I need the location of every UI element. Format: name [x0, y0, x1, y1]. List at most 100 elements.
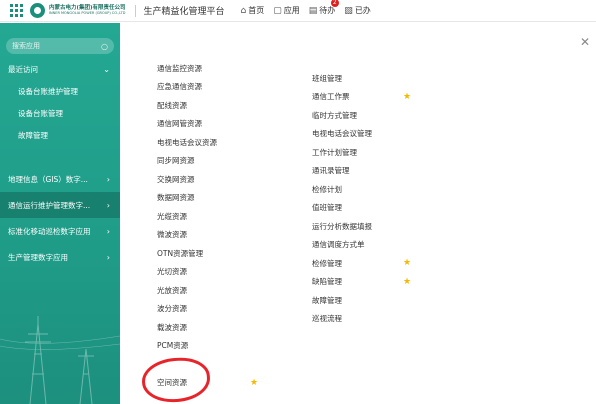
menu-item[interactable]: 检修管理 ★ [312, 254, 412, 273]
sidebar: 搜索应用 ○ 最近访问 ⌄ 设备台账维护管理 设备台账管理 故障管理 地理信息（… [0, 23, 120, 404]
sidebar-category-label: 生产管理数字应用 [8, 252, 68, 262]
chevron-right-icon: › [106, 252, 110, 262]
menu-item-label: 故障管理 [312, 295, 342, 305]
nav-home-label: 首页 [248, 6, 265, 15]
menu-item[interactable]: 缺陷管理 ★ [312, 273, 412, 292]
sidebar-recent-item[interactable]: 设备台账维护管理 [0, 80, 120, 102]
menu-item[interactable]: PCM资源 [157, 337, 267, 356]
top-nav: ⌂ 首页 ▢ 应用 ▤ 待办 2 ▧ 已办 [241, 0, 380, 16]
menu-item[interactable]: 故障管理 [312, 291, 412, 310]
logo-emblem-icon [30, 3, 45, 18]
top-bar: 内蒙古电力(集团)有限责任公司 INNER MONGOLIA POWER (GR… [0, 0, 596, 22]
logo-english-name: INNER MONGOLIA POWER (GROUP) CO.,LTD [49, 11, 126, 15]
favorite-star-icon[interactable]: ★ [403, 258, 411, 268]
menu-item-label: 光切资源 [157, 267, 187, 277]
nav-todo[interactable]: ▤ 待办 2 [308, 0, 339, 16]
menu-item[interactable]: 电视电话会议资源 [157, 133, 267, 152]
menu-item[interactable]: 临时方式管理 [312, 106, 412, 125]
sidebar-recent-item[interactable]: 设备台账管理 [0, 102, 120, 124]
menu-item-label: 微波资源 [157, 230, 187, 240]
sidebar-category-gis[interactable]: 地理信息（GIS）数字... › [0, 166, 120, 192]
menu-item[interactable]: 光切资源 [157, 263, 267, 282]
search-icon[interactable]: ○ [101, 42, 108, 51]
power-tower-illustration [0, 316, 120, 404]
menu-item[interactable]: 波分资源 [157, 300, 267, 319]
nav-apps[interactable]: ▢ 应用 [273, 5, 300, 16]
sidebar-recent-toggle[interactable]: 最近访问 ⌄ [0, 58, 120, 80]
menu-item-label: OTN资源管理 [157, 248, 204, 258]
menu-item-label: 缺陷管理 [312, 277, 342, 287]
menu-item[interactable]: 值班管理 [312, 199, 412, 218]
menu-item[interactable]: 巡视流程 [312, 310, 412, 329]
menu-item-label: 载波资源 [157, 322, 187, 332]
menu-item[interactable]: 应急通信资源 [157, 78, 267, 97]
menu-item[interactable]: 同步网资源 [157, 152, 267, 171]
red-annotation-circle [140, 355, 212, 404]
menu-item-label: 运行分析数据填报 [312, 221, 372, 231]
nav-home[interactable]: ⌂ 首页 [241, 5, 265, 16]
todo-icon: ▤ [308, 5, 318, 16]
menu-item[interactable]: 工作计划管理 [312, 143, 412, 162]
todo-count-badge: 2 [330, 0, 339, 7]
favorite-star-icon[interactable]: ★ [403, 92, 411, 102]
menu-item[interactable]: 数据网资源 [157, 189, 267, 208]
menu-item[interactable]: 电视电话会议管理 [312, 125, 412, 144]
chevron-right-icon: › [106, 226, 110, 236]
platform-title: 生产精益化管理平台 [143, 7, 225, 17]
menu-item-label: 巡视流程 [312, 314, 342, 324]
chevron-right-icon: › [106, 200, 110, 210]
menu-item-label: 值班管理 [312, 203, 342, 213]
menu-item[interactable]: 通信工作票 ★ [312, 88, 412, 107]
menu-item[interactable]: OTN资源管理 [157, 244, 267, 263]
nav-apps-label: 应用 [283, 6, 300, 15]
menu-item[interactable]: 交换网资源 [157, 170, 267, 189]
menu-item-label: 通信监控资源 [157, 63, 202, 73]
menu-item[interactable]: 通信调度方式单 [312, 236, 412, 255]
header-divider [134, 4, 136, 17]
menu-item[interactable]: 载波资源 [157, 318, 267, 337]
menu-item[interactable]: 光缆资源 [157, 207, 267, 226]
sidebar-category-label: 地理信息（GIS）数字... [8, 174, 88, 184]
menu-item-label: 电视电话会议资源 [157, 137, 217, 147]
nav-done-label: 已办 [354, 6, 371, 15]
menu-item[interactable]: 通讯录管理 [312, 162, 412, 181]
menu-item[interactable]: 班组管理 [312, 69, 412, 88]
app-search-input[interactable]: 搜索应用 ○ [6, 38, 114, 54]
menu-item-label: 波分资源 [157, 304, 187, 314]
menu-item-label: 检修计划 [312, 184, 342, 194]
sidebar-category-label: 通信运行维护管理数字... [8, 200, 91, 210]
menu-item-label: 应急通信资源 [157, 82, 202, 92]
menu-item-label: 交换网资源 [157, 174, 195, 184]
menu-item-label: 通信工作票 [312, 92, 350, 102]
app-grid-icon[interactable] [7, 2, 25, 20]
sidebar-category-production[interactable]: 生产管理数字应用 › [0, 244, 120, 270]
menu-item-label: 光放资源 [157, 285, 187, 295]
app-menu-panel: ✕ 通信监控资源 应急通信资源 配线资源通信网管资源电视电话会议资源同步网资源交换网… [120, 23, 596, 404]
menu-item-label: 工作计划管理 [312, 147, 357, 157]
menu-item-label: 通信网管资源 [157, 119, 202, 129]
menu-item[interactable]: 运行分析数据填报 [312, 217, 412, 236]
search-placeholder: 搜索应用 [12, 42, 40, 50]
menu-item-label: 通讯录管理 [312, 166, 350, 176]
menu-item[interactable]: 通信网管资源 [157, 115, 267, 134]
nav-done[interactable]: ▧ 已办 [344, 5, 371, 16]
sidebar-recent-item[interactable]: 故障管理 [0, 124, 120, 146]
close-icon[interactable]: ✕ [580, 35, 590, 49]
menu-item-label: 电视电话会议管理 [312, 129, 372, 139]
chevron-right-icon: › [106, 174, 110, 184]
menu-item-label: 配线资源 [157, 100, 187, 110]
favorite-star-icon[interactable]: ★ [403, 277, 411, 287]
company-logo: 内蒙古电力(集团)有限责任公司 INNER MONGOLIA POWER (GR… [30, 3, 126, 18]
sidebar-category-inspection[interactable]: 标准化移动巡检数字应用 › [0, 218, 120, 244]
favorite-star-icon[interactable]: ★ [250, 378, 258, 388]
menu-item[interactable]: 检修计划 [312, 180, 412, 199]
sidebar-category-comm-ops[interactable]: 通信运行维护管理数字... › [0, 192, 120, 218]
menu-column-management: 班组管理通信工作票 ★ 临时方式管理电视电话会议管理 工作计划管理 通讯录管理检修计划值… [312, 69, 412, 328]
menu-item[interactable]: 光放资源 [157, 281, 267, 300]
home-icon: ⌂ [240, 5, 247, 16]
menu-item[interactable]: 配线资源 [157, 96, 267, 115]
menu-item[interactable]: 微波资源 [157, 226, 267, 245]
sidebar-category-label: 标准化移动巡检数字应用 [8, 226, 91, 236]
app-icon: ▢ [273, 5, 282, 16]
menu-item[interactable]: 通信监控资源 [157, 59, 267, 78]
